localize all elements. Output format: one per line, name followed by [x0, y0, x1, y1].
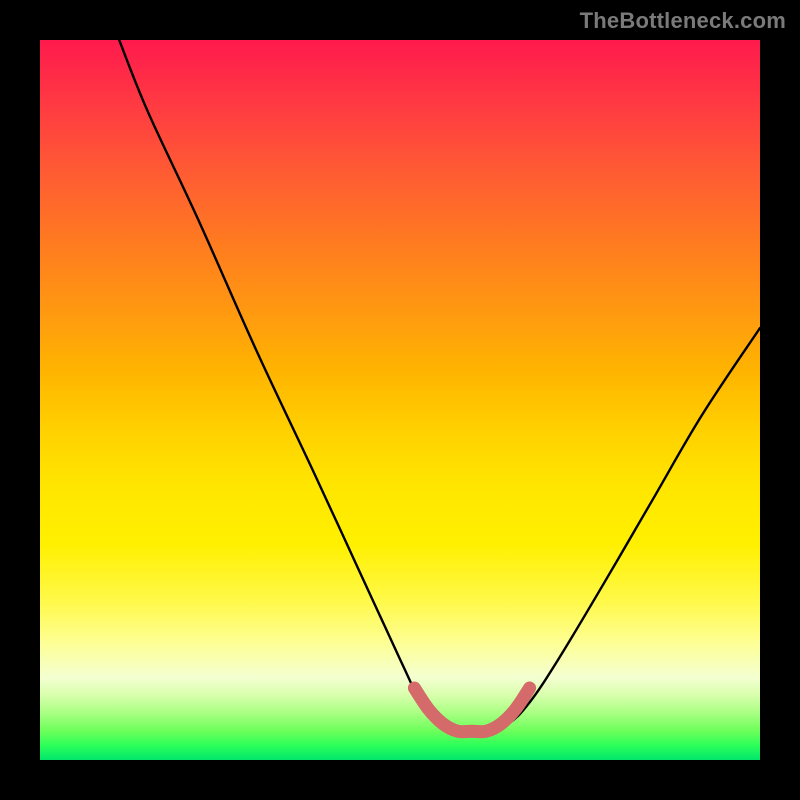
- bottleneck-curve-path: [119, 40, 760, 732]
- valley-highlight-path: [414, 688, 529, 732]
- watermark-text: TheBottleneck.com: [580, 8, 786, 34]
- chart-frame: TheBottleneck.com: [0, 0, 800, 800]
- curve-overlay: [40, 40, 760, 760]
- plot-area: [40, 40, 760, 760]
